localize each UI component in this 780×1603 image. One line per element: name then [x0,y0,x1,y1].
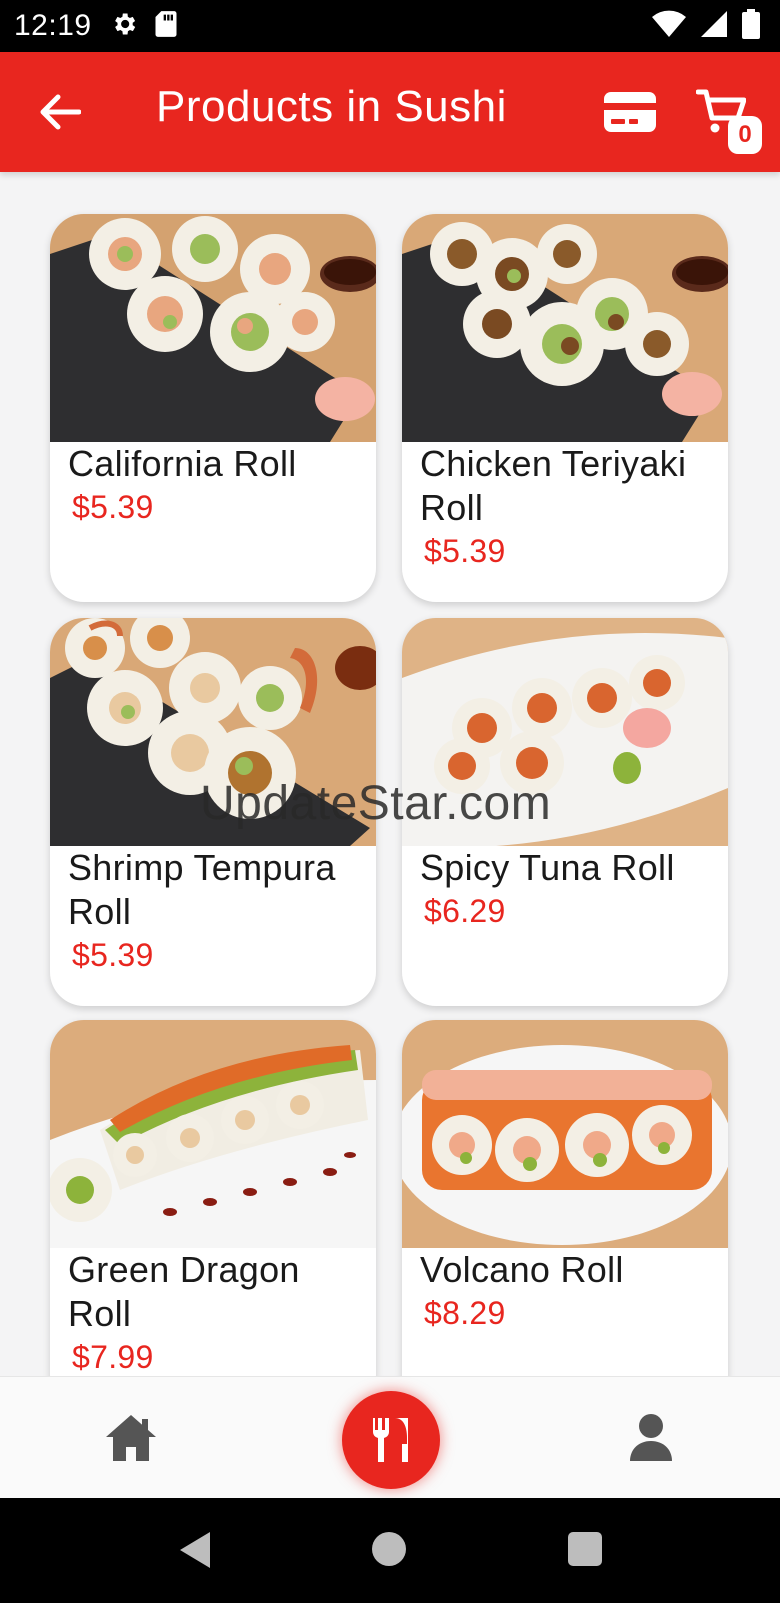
bottom-nav [0,1376,780,1498]
utensils-icon [372,1418,408,1462]
status-bar: 12:19 [0,0,780,52]
cart-count-badge: 0 [728,116,762,154]
product-price: $7.99 [72,1339,154,1375]
page-title: Products in Sushi [156,82,507,131]
product-name: Green Dragon Roll $7.99 [68,1248,368,1376]
nav-home-button[interactable] [104,1413,158,1463]
product-grid: California Roll $5.39 Chicken Teriyaki R… [0,172,780,1376]
credit-card-icon [604,92,656,132]
back-button[interactable] [34,88,86,136]
system-recents-button[interactable] [568,1532,602,1566]
product-name: Chicken Teriyaki Roll $5.39 [420,442,720,572]
product-image [50,214,376,442]
product-price: $5.39 [424,533,506,569]
system-home-button[interactable] [372,1532,406,1566]
screen: 12:19 Products in Sushi 0 California Rol… [0,0,780,1603]
product-price: $5.39 [72,937,154,973]
product-name: California Roll $5.39 [68,442,368,528]
product-name: Shrimp Tempura Roll $5.39 [68,846,368,976]
app-bar: Products in Sushi 0 [0,52,780,172]
product-image [402,214,728,442]
product-card[interactable]: Chicken Teriyaki Roll $5.39 [402,214,728,602]
wifi-icon [652,10,686,43]
system-nav-bar [0,1498,780,1603]
cart-button[interactable]: 0 [695,88,762,154]
product-price: $6.29 [424,893,506,929]
home-icon [106,1415,156,1461]
product-name: Spicy Tuna Roll $6.29 [420,846,720,932]
system-back-button[interactable] [176,1530,216,1570]
product-card[interactable]: Green Dragon Roll $7.99 [50,1020,376,1376]
product-image [402,618,728,846]
user-icon [630,1414,672,1461]
product-card[interactable]: Volcano Roll $8.29 [402,1020,728,1376]
nav-menu-button[interactable] [342,1391,440,1489]
product-image [402,1020,728,1248]
sd-card-icon [154,10,178,43]
product-image [50,618,376,846]
product-name: Volcano Roll $8.29 [420,1248,720,1334]
signal-icon [700,10,728,43]
product-card[interactable]: Shrimp Tempura Roll $5.39 [50,618,376,1006]
product-price: $8.29 [424,1295,506,1331]
product-price: $5.39 [72,489,154,525]
battery-icon [742,8,760,44]
status-time: 12:19 [14,9,92,42]
triangle-back-icon [180,1532,210,1568]
payment-card-button[interactable] [602,90,658,134]
product-card[interactable]: Spicy Tuna Roll $6.29 [402,618,728,1006]
nav-profile-button[interactable] [628,1413,674,1463]
product-image [50,1020,376,1248]
product-card[interactable]: California Roll $5.39 [50,214,376,602]
arrow-left-icon [40,94,81,130]
gear-icon [110,10,138,43]
